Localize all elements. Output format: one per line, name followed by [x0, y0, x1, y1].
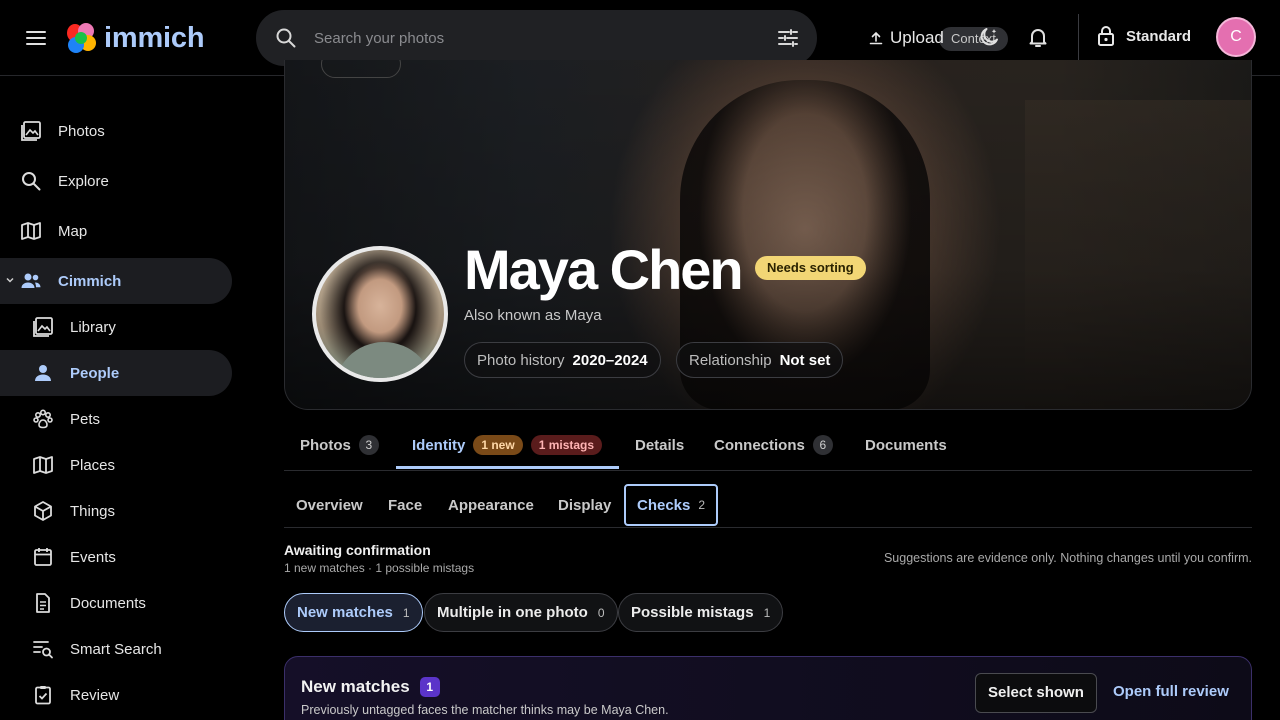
subtab-face[interactable]: Face [388, 484, 422, 526]
header-divider [1078, 14, 1079, 62]
sidebar-item-things[interactable]: Things [0, 488, 232, 534]
photos-icon [32, 316, 54, 338]
sidebar-item-map[interactable]: Map [0, 208, 232, 254]
filter-possible-mistags[interactable]: Possible mistags 1 [618, 593, 784, 632]
sidebar-item-library[interactable]: Library [0, 304, 232, 350]
card-subtitle: Previously untagged faces the matcher th… [301, 703, 669, 717]
search-icon [20, 170, 42, 192]
card-count-badge: 1 [419, 677, 440, 697]
mistag-badge: 1 mistags [530, 435, 603, 455]
relationship-pill[interactable]: Relationship Not set [676, 342, 844, 378]
app-logo[interactable]: immich [64, 20, 205, 56]
paw-icon [32, 408, 54, 430]
status-badge: Needs sorting [755, 256, 866, 280]
smart-search-icon [32, 638, 54, 660]
sidebar-item-smart-search[interactable]: Smart Search [0, 626, 232, 672]
subtab-checks[interactable]: Checks 2 [624, 484, 719, 526]
person-avatar[interactable] [312, 246, 448, 382]
identity-subtabs: Overview Face Appearance Display Checks … [284, 480, 1252, 528]
search-bar[interactable]: Context [256, 10, 1008, 66]
subtab-display[interactable]: Display [558, 484, 611, 526]
active-tab-indicator [396, 466, 619, 469]
sidebar-item-documents[interactable]: Documents [0, 580, 232, 626]
photo-history-pill: Photo history 2020–2024 [464, 342, 661, 378]
map-icon [20, 220, 42, 242]
clipboard-check-icon [32, 684, 54, 706]
tab-photos[interactable]: Photos 3 [300, 420, 379, 470]
tab-details[interactable]: Details [635, 420, 684, 470]
upload-label: Upload [890, 28, 944, 47]
immich-logo-icon [67, 23, 96, 53]
sidebar: Photos Explore Map Cimmich Library Peopl… [0, 77, 248, 720]
select-shown-button[interactable]: Select shown [975, 673, 1097, 713]
photos-icon [20, 120, 42, 142]
search-filters-icon[interactable] [776, 26, 800, 50]
notifications-icon[interactable] [1026, 25, 1050, 49]
menu-icon[interactable] [24, 26, 48, 50]
sidebar-item-places[interactable]: Places [0, 442, 232, 488]
filter-new-matches[interactable]: New matches 1 [284, 593, 423, 632]
section-note: Suggestions are evidence only. Nothing c… [883, 551, 1252, 565]
upload-icon [869, 31, 883, 45]
person-tabs: Photos 3 Identity 1 new 1 mistags Detail… [284, 420, 1252, 471]
theme-toggle-icon[interactable] [977, 25, 1001, 49]
section-subtitle: 1 new matches · 1 possible mistags [284, 561, 475, 575]
sidebar-item-people[interactable]: People [0, 350, 232, 396]
hero-top-control[interactable] [321, 60, 401, 78]
section-title: Awaiting confirmation [284, 542, 431, 558]
user-avatar[interactable]: C [1216, 17, 1256, 57]
person-icon [32, 362, 54, 384]
lock-icon [1098, 26, 1114, 46]
sidebar-item-events[interactable]: Events [0, 534, 232, 580]
tab-documents[interactable]: Documents [865, 420, 947, 470]
document-icon [32, 592, 54, 614]
cube-icon [32, 500, 54, 522]
upload-button[interactable]: Upload [868, 24, 944, 52]
tab-connections[interactable]: Connections 6 [714, 420, 833, 470]
open-full-review-link[interactable]: Open full review [1113, 683, 1229, 700]
tab-identity[interactable]: Identity 1 new 1 mistags [412, 420, 603, 470]
chevron-down-icon[interactable] [5, 275, 15, 285]
person-avatar-shirt [334, 342, 434, 378]
person-aka: Also known as Maya [464, 307, 602, 324]
app-name: immich [104, 21, 205, 54]
sidebar-item-explore[interactable]: Explore [0, 158, 232, 204]
people-group-icon [20, 270, 42, 292]
search-input[interactable] [314, 24, 714, 52]
tab-count: 3 [358, 435, 379, 455]
new-badge: 1 new [473, 435, 523, 455]
map-icon [32, 454, 54, 476]
calendar-icon [32, 546, 54, 568]
card-title: New matches 1 [301, 677, 440, 697]
subtab-overview[interactable]: Overview [296, 484, 363, 526]
person-name[interactable]: Maya Chen [464, 238, 744, 302]
tab-count: 6 [812, 435, 833, 455]
sidebar-item-pets[interactable]: Pets [0, 396, 232, 442]
sidebar-item-cimmich[interactable]: Cimmich [0, 258, 232, 304]
search-icon[interactable] [274, 26, 298, 50]
privacy-mode-label: Standard [1126, 27, 1192, 45]
privacy-mode-button[interactable]: Standard [1096, 24, 1191, 48]
filter-multiple-in-one-photo[interactable]: Multiple in one photo 0 [424, 593, 618, 632]
subtab-appearance[interactable]: Appearance [448, 484, 534, 526]
new-matches-card: New matches 1 Previously untagged faces … [284, 656, 1252, 720]
sidebar-item-photos[interactable]: Photos [0, 108, 232, 154]
sidebar-item-review[interactable]: Review [0, 672, 232, 718]
